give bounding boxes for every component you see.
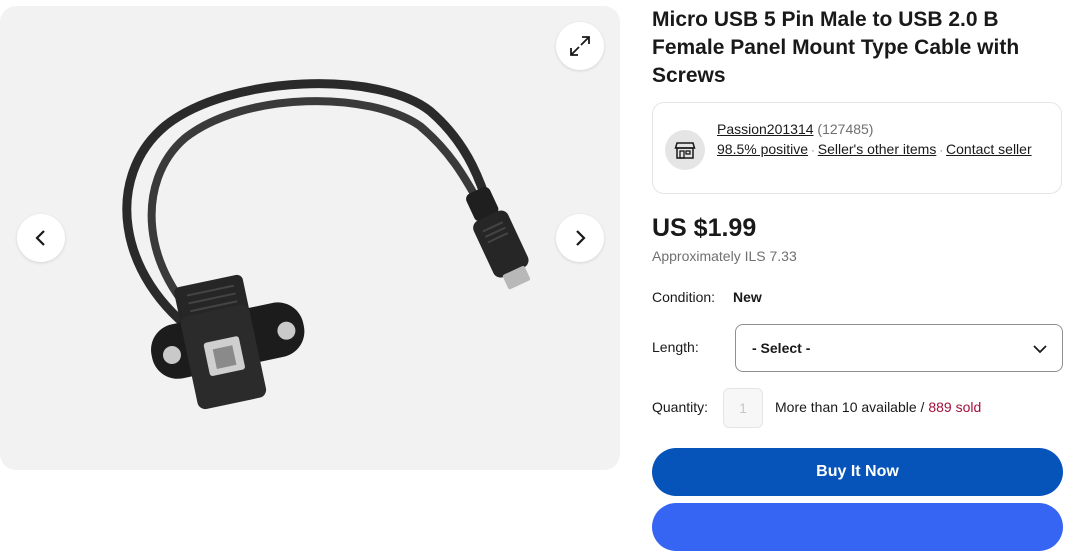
availability-text: More than 10 available / 889 sold	[775, 399, 981, 415]
length-select[interactable]: - Select -	[735, 324, 1063, 372]
store-icon-graphic	[674, 142, 696, 159]
sold-count: 889 sold	[928, 399, 982, 415]
seller-positive-link[interactable]: 98.5% positive	[717, 141, 808, 157]
expand-icon	[570, 36, 590, 56]
next-image-button[interactable]	[556, 214, 604, 262]
quantity-label: Quantity:	[652, 399, 709, 415]
separator-dot: ·	[939, 145, 944, 157]
seller-feedback-count: (127485)	[817, 121, 874, 137]
store-icon[interactable]	[665, 130, 705, 170]
availability-separator: /	[920, 399, 925, 415]
approx-price: Approximately ILS 7.33	[652, 248, 797, 264]
condition-label: Condition:	[652, 289, 716, 305]
seller-name-link[interactable]: Passion201314	[717, 121, 814, 137]
contact-seller-link[interactable]: Contact seller	[946, 141, 1032, 157]
add-to-cart-button[interactable]	[652, 503, 1063, 551]
length-select-value: - Select -	[752, 340, 811, 356]
price: US $1.99	[652, 214, 757, 242]
expand-image-button[interactable]	[556, 22, 604, 70]
condition-value: New	[733, 289, 762, 305]
seller-info: Passion201314 (127485) 98.5% positive · Se…	[717, 119, 1047, 161]
product-title: Micro USB 5 Pin Male to USB 2.0 B Female…	[652, 8, 1020, 87]
seller-card: Passion201314 (127485) 98.5% positive · Se…	[652, 102, 1062, 194]
product-image[interactable]	[80, 66, 550, 436]
previous-image-button[interactable]	[17, 214, 65, 262]
length-label: Length:	[652, 339, 699, 355]
buy-it-now-button[interactable]: Buy It Now	[652, 448, 1063, 496]
separator-dot: ·	[811, 145, 815, 157]
chevron-down-icon	[1033, 345, 1047, 354]
image-gallery	[0, 6, 620, 470]
chevron-left-icon	[35, 230, 45, 246]
quantity-input[interactable]	[723, 388, 763, 428]
chevron-right-icon	[576, 230, 586, 246]
seller-other-items-link[interactable]: Seller's other items	[818, 141, 937, 157]
available-count: More than 10 available	[775, 399, 917, 415]
